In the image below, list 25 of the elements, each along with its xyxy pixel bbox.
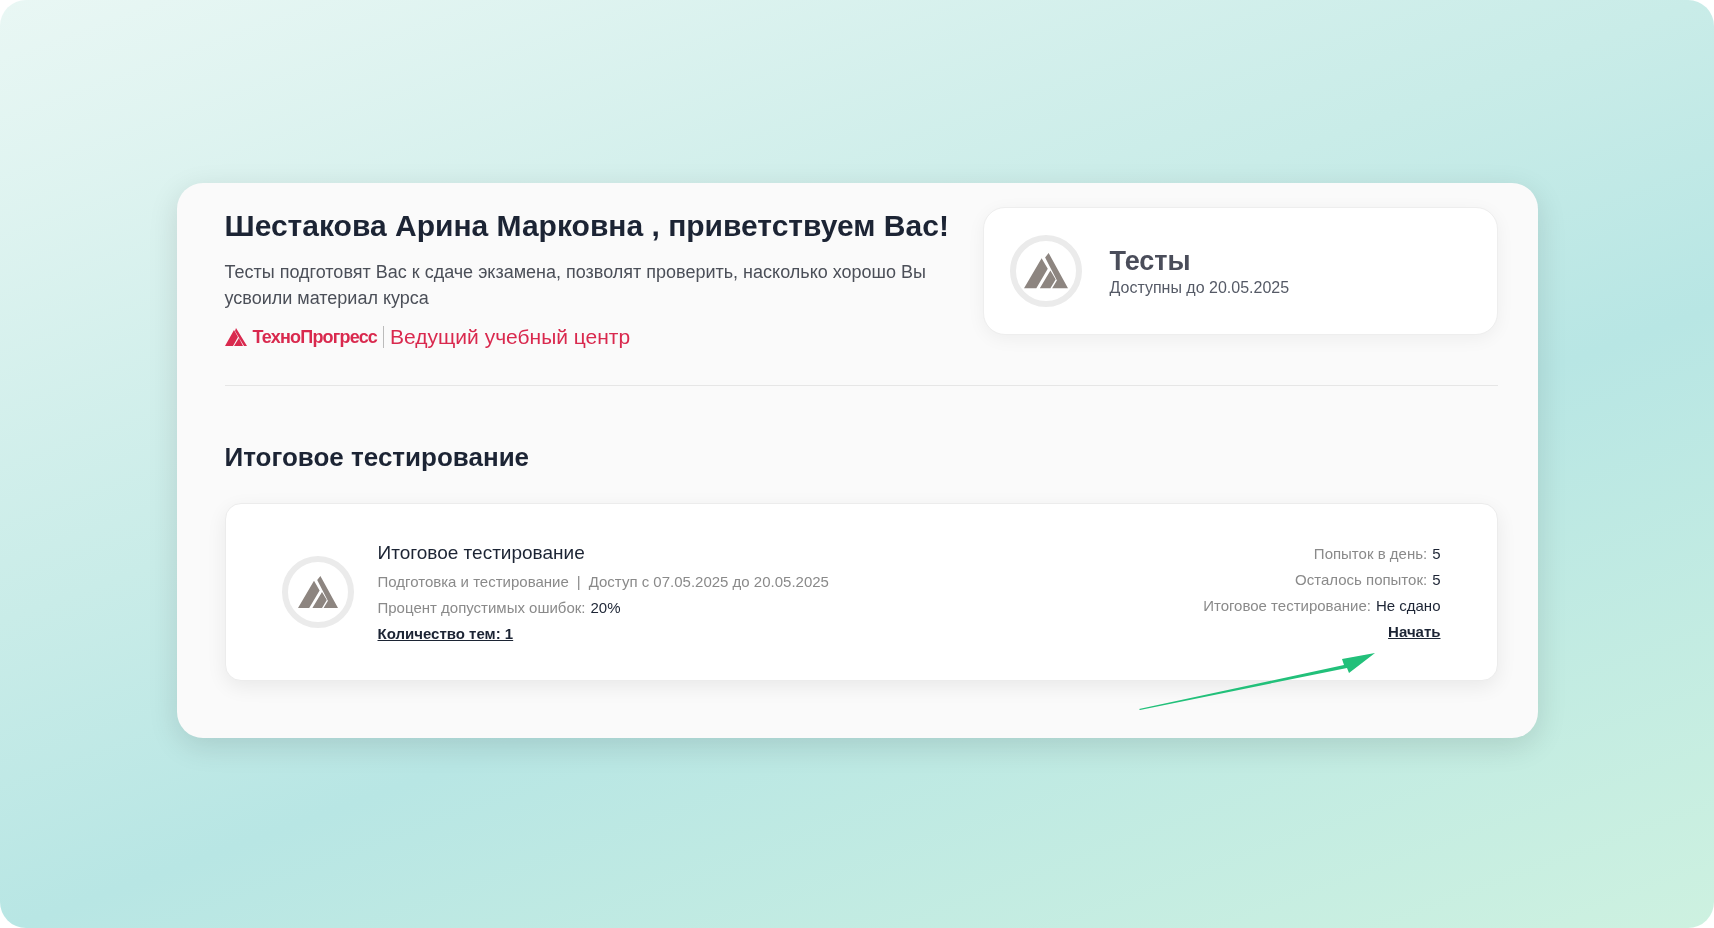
brand-logo-icon (224, 328, 247, 346)
mountain-logo-icon (297, 576, 338, 608)
access-dates: Доступ с 07.05.2025 до 20.05.2025 (588, 572, 829, 590)
stat-label: Осталось попыток: (1295, 570, 1428, 588)
test-title: Итоговое тестирование (377, 541, 586, 564)
stat-value: 5 (1432, 544, 1441, 562)
tests-card[interactable]: Тесты Доступны до 20.05.2025 (982, 207, 1498, 335)
stat-label: Попыток в день: (1313, 544, 1428, 562)
start-link[interactable]: Начать (1388, 622, 1441, 640)
error-label: Процент допустимых ошибок: (377, 598, 586, 616)
stat-value: 5 (1432, 570, 1441, 588)
test-category: Подготовка и тестирование (377, 572, 569, 590)
tests-title: Тесты (1109, 245, 1192, 277)
separator-text: | (576, 572, 581, 590)
section-title: Итоговое тестирование (224, 442, 531, 473)
tests-availability: Доступны до 20.05.2025 (1109, 278, 1290, 297)
brand-name: ТехноПрогресс (252, 326, 378, 348)
stat-value: Не сдано (1375, 596, 1441, 614)
brand-tagline: Ведущий учебный центр (390, 325, 631, 349)
stat-label: Итоговое тестирование: (1203, 596, 1371, 614)
greeting-description: Тесты подготовят Вас к сдаче экзамена, позволят проверить, насколько хорошо Вы усвоили материал курса (224, 261, 927, 310)
topics-link[interactable]: Количество тем: 1 (377, 624, 514, 642)
greeting-title: Шестакова Арина Марковна , приветствуем Вас! (224, 209, 949, 243)
error-value: 20% (590, 598, 621, 616)
mountain-logo-icon (1023, 253, 1068, 289)
